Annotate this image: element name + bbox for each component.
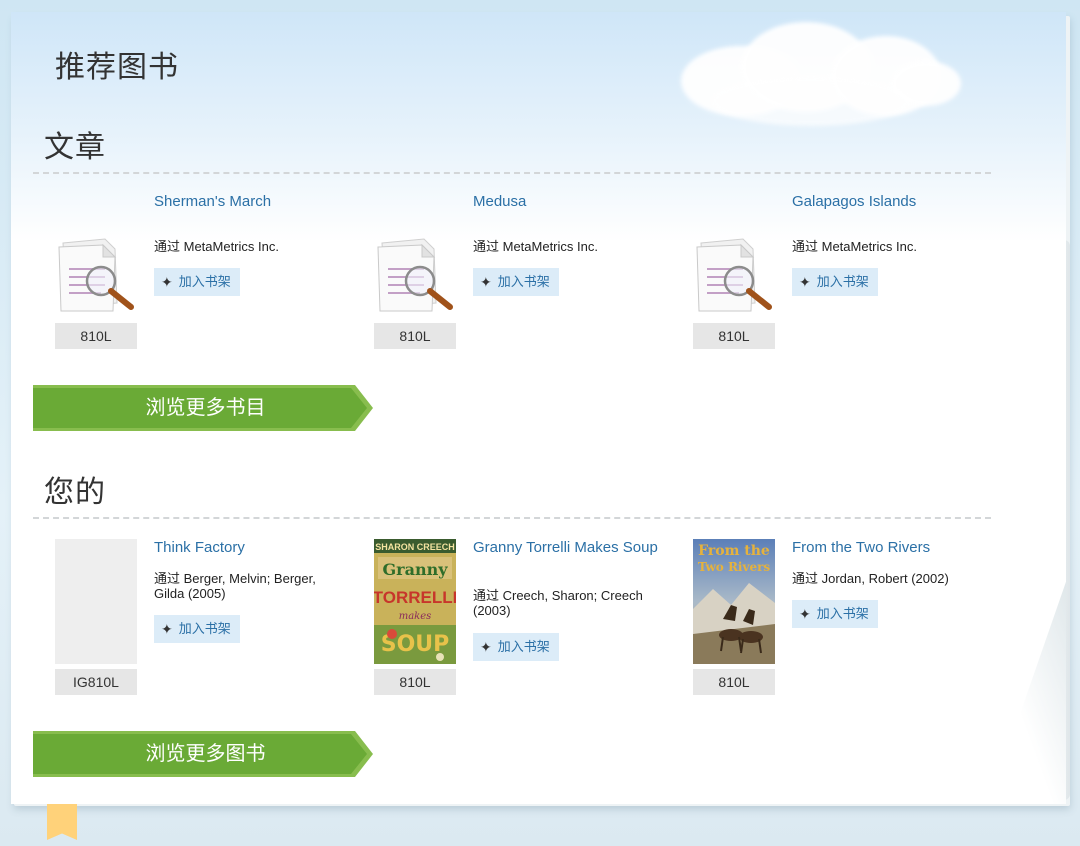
recommended-books-panel: 推荐图书 文章 810L Sherman's March 通过 MetaMetr… <box>11 12 1066 804</box>
book-author: 通过 Berger, Melvin; Berger, Gilda (2005) <box>154 571 316 601</box>
section-divider <box>33 517 991 519</box>
book-item: SHARON CREECH Granny TORRELLI makes SOUP… <box>352 539 658 709</box>
add-to-shelf-button[interactable]: ✦ 加入书架 <box>154 268 240 296</box>
plus-icon: ✦ <box>161 274 173 290</box>
browse-more-books-button[interactable]: 浏览更多图书 <box>33 729 373 779</box>
book-author: 通过 MetaMetrics Inc. <box>792 239 917 254</box>
book-title-link[interactable]: Medusa <box>473 193 663 211</box>
add-to-shelf-button[interactable]: ✦ 加入书架 <box>154 615 240 643</box>
add-to-shelf-button[interactable]: ✦ 加入书架 <box>792 600 878 628</box>
cover-title-1: From the <box>698 543 770 559</box>
cloud-decoration <box>661 16 971 136</box>
lexile-level: 810L <box>374 323 456 349</box>
cover-title-3: makes <box>399 611 432 622</box>
add-to-shelf-label: 加入书架 <box>497 639 550 654</box>
document-search-icon[interactable] <box>55 193 137 318</box>
bookmark-ribbon <box>47 804 77 840</box>
browse-more-articles-button[interactable]: 浏览更多书目 <box>33 383 373 433</box>
book-item: From the Two Rivers 810L From the Two Ri… <box>671 539 971 709</box>
lexile-level: 810L <box>693 669 775 695</box>
add-to-shelf-label: 加入书架 <box>178 274 231 289</box>
add-to-shelf-button[interactable]: ✦ 加入书架 <box>473 633 559 661</box>
lexile-level: 810L <box>55 323 137 349</box>
book-cover-from-the-two-rivers[interactable]: From the Two Rivers <box>693 539 775 664</box>
section-title-yours: 您的 <box>44 475 106 510</box>
page-curl <box>988 576 1066 804</box>
section-divider <box>33 172 991 174</box>
book-title-link[interactable]: Think Factory <box>154 539 344 557</box>
page-title: 推荐图书 <box>55 50 179 85</box>
add-to-shelf-button[interactable]: ✦ 加入书架 <box>792 268 878 296</box>
book-item: 810L Sherman's March 通过 MetaMetrics Inc.… <box>33 193 333 363</box>
plus-icon: ✦ <box>161 621 173 637</box>
lexile-level: 810L <box>693 323 775 349</box>
document-search-icon[interactable] <box>374 193 456 318</box>
browse-more-books-label: 浏览更多图书 <box>145 743 266 765</box>
book-title-link[interactable]: Granny Torrelli Makes Soup <box>473 539 663 557</box>
lexile-level: 810L <box>374 669 456 695</box>
cover-author: SHARON CREECH <box>375 542 455 552</box>
add-to-shelf-label: 加入书架 <box>816 606 869 621</box>
plus-icon: ✦ <box>799 606 811 622</box>
section-title-articles: 文章 <box>44 130 106 165</box>
plus-icon: ✦ <box>480 274 492 290</box>
add-to-shelf-label: 加入书架 <box>178 621 231 636</box>
document-search-icon[interactable] <box>693 193 775 318</box>
book-author: 通过 Jordan, Robert (2002) <box>792 571 949 586</box>
book-author: 通过 MetaMetrics Inc. <box>473 239 598 254</box>
browse-more-articles-label: 浏览更多书目 <box>145 397 266 419</box>
plus-icon: ✦ <box>799 274 811 290</box>
book-title-link[interactable]: Sherman's March <box>154 193 344 211</box>
lexile-level: IG810L <box>55 669 137 695</box>
book-author: 通过 Creech, Sharon; Creech (2003) <box>473 588 643 618</box>
cover-title-1: Granny <box>382 560 448 579</box>
book-author: 通过 MetaMetrics Inc. <box>154 239 279 254</box>
add-to-shelf-button[interactable]: ✦ 加入书架 <box>473 268 559 296</box>
book-item: IG810L Think Factory 通过 Berger, Melvin; … <box>33 539 333 709</box>
book-cover-placeholder[interactable] <box>55 539 137 664</box>
book-item: 810L Medusa 通过 MetaMetrics Inc. ✦ 加入书架 <box>352 193 652 363</box>
book-title-link[interactable]: From the Two Rivers <box>792 539 982 557</box>
add-to-shelf-label: 加入书架 <box>497 274 550 289</box>
book-cover-granny-torrelli[interactable]: SHARON CREECH Granny TORRELLI makes SOUP <box>374 539 456 664</box>
plus-icon: ✦ <box>480 639 492 655</box>
add-to-shelf-label: 加入书架 <box>816 274 869 289</box>
book-item: 810L Galapagos Islands 通过 MetaMetrics In… <box>671 193 971 363</box>
book-title-link[interactable]: Galapagos Islands <box>792 193 982 211</box>
cover-title-2: Two Rivers <box>698 560 771 574</box>
cover-title-2: TORRELLI <box>374 588 456 607</box>
